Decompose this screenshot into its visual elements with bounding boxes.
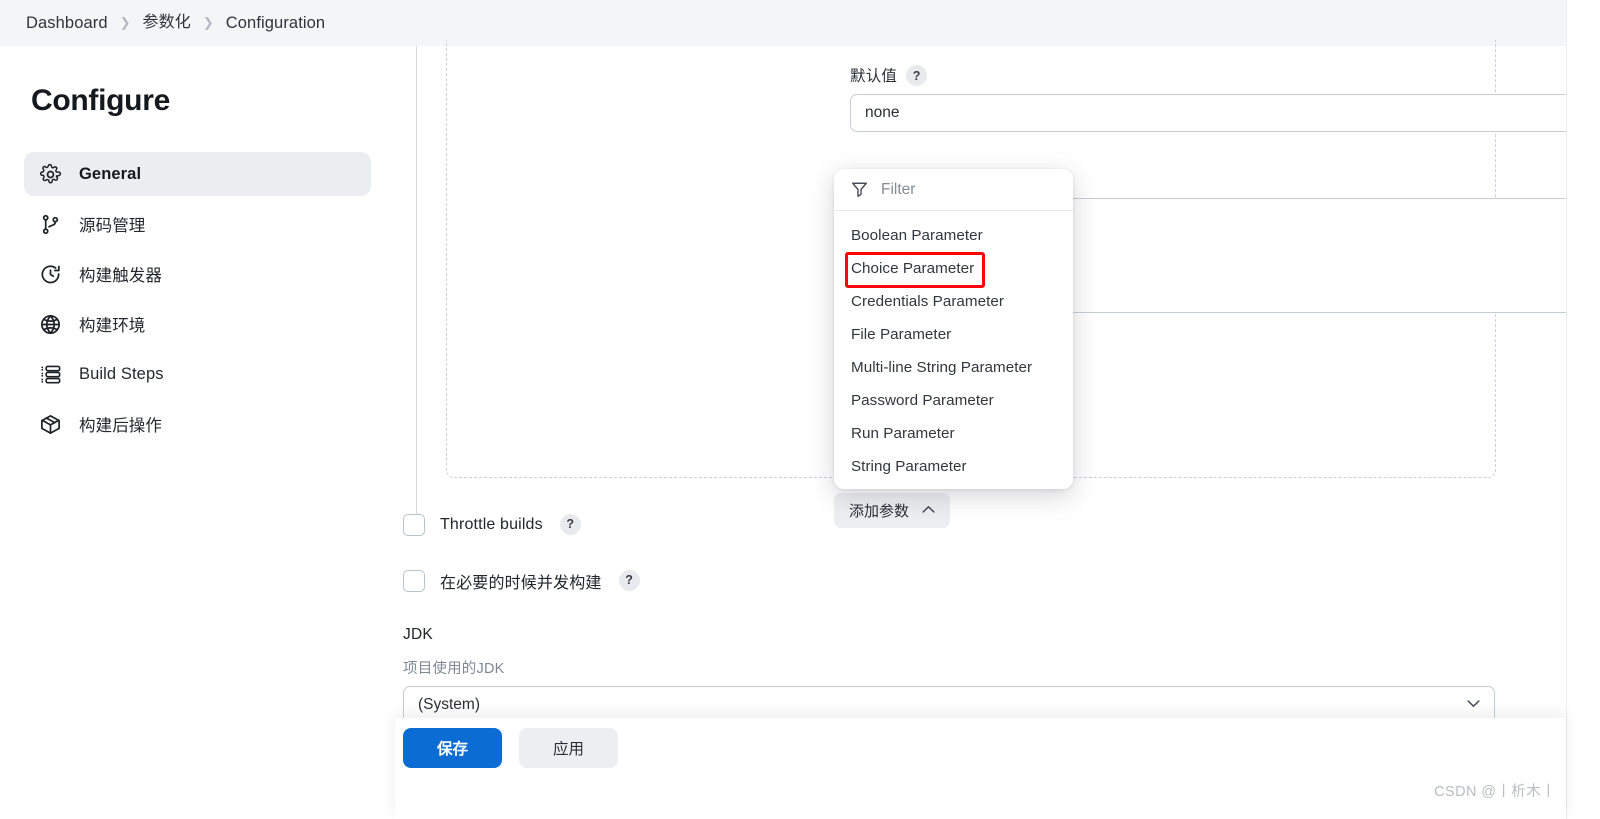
help-icon[interactable]: ? bbox=[906, 65, 928, 87]
concurrent-builds-checkbox[interactable] bbox=[403, 570, 425, 592]
sidebar-item-label: Build Steps bbox=[79, 364, 164, 383]
sidebar-item-label: 源码管理 bbox=[79, 217, 146, 235]
throttle-builds-label: Throttle builds bbox=[440, 516, 543, 533]
concurrent-builds-row[interactable]: 在必要的时候并发构建 ? bbox=[403, 569, 640, 593]
default-value-label-text: 默认值 bbox=[850, 68, 898, 85]
sidebar-nav: General 源码管理 构建触发器 构建环境 Build Steps 构建后操… bbox=[24, 152, 371, 446]
dropdown-filter-row bbox=[834, 169, 1073, 211]
chevron-up-icon bbox=[922, 504, 935, 516]
throttle-builds-checkbox[interactable] bbox=[403, 514, 425, 536]
globe-icon bbox=[38, 312, 63, 337]
dropdown-item-string-parameter[interactable]: String Parameter bbox=[834, 450, 1073, 483]
dropdown-item-list: Boolean Parameter Choice Parameter Crede… bbox=[834, 211, 1073, 489]
default-value-label: 默认值? bbox=[850, 64, 928, 87]
sidebar: Configure General 源码管理 构建触发器 构建环境 Build … bbox=[0, 46, 395, 819]
add-parameter-button[interactable]: 添加参数 bbox=[834, 493, 951, 528]
list-steps-icon bbox=[38, 362, 63, 387]
dropdown-item-multi-line-string-parameter[interactable]: Multi-line String Parameter bbox=[834, 351, 1073, 384]
save-button[interactable]: 保存 bbox=[403, 728, 502, 768]
breadcrumb-separator-icon: ❯ bbox=[119, 14, 131, 30]
help-icon[interactable]: ? bbox=[559, 513, 581, 535]
watermark: CSDN @丨析木丨 bbox=[1434, 784, 1556, 800]
gear-icon bbox=[38, 162, 63, 187]
scrollbar-gutter[interactable] bbox=[1566, 0, 1600, 819]
dropdown-filter-input[interactable] bbox=[881, 180, 1041, 199]
default-value-input[interactable] bbox=[850, 94, 1600, 132]
jdk-select-value: (System) bbox=[418, 696, 480, 713]
sidebar-item-label: 构建环境 bbox=[79, 317, 146, 335]
breadcrumb: Dashboard ❯ 参数化 ❯ Configuration bbox=[16, 15, 335, 32]
breadcrumb-item-project[interactable]: 参数化 bbox=[133, 15, 201, 31]
apply-button[interactable]: 应用 bbox=[519, 728, 618, 768]
breadcrumb-item-dashboard[interactable]: Dashboard bbox=[16, 15, 118, 32]
sidebar-item-label: 构建后操作 bbox=[79, 417, 162, 435]
breadcrumb-item-configuration[interactable]: Configuration bbox=[216, 15, 335, 32]
jdk-section-title: JDK bbox=[403, 626, 433, 643]
concurrent-builds-label: 在必要的时候并发构建 bbox=[440, 575, 602, 592]
sidebar-item-label: General bbox=[79, 164, 142, 183]
jdk-section-description: 项目使用的JDK bbox=[403, 661, 505, 677]
sidebar-item-label: 构建触发器 bbox=[79, 267, 162, 285]
help-icon[interactable]: ? bbox=[618, 569, 640, 591]
dropdown-item-run-parameter[interactable]: Run Parameter bbox=[834, 417, 1073, 450]
page-title: Configure bbox=[31, 84, 170, 117]
dropdown-item-boolean-parameter[interactable]: Boolean Parameter bbox=[834, 219, 1073, 252]
sidebar-item-build-environment[interactable]: 构建环境 bbox=[24, 302, 371, 346]
app-root: Dashboard ❯ 参数化 ❯ Configuration Configur… bbox=[0, 0, 1600, 819]
chevron-down-icon bbox=[1467, 699, 1480, 711]
filter-icon bbox=[851, 181, 868, 198]
repeatable-block-rail bbox=[416, 46, 417, 520]
branch-icon bbox=[38, 212, 63, 237]
package-icon bbox=[38, 412, 63, 437]
breadcrumb-separator-icon: ❯ bbox=[202, 14, 214, 30]
throttle-builds-row[interactable]: Throttle builds ? bbox=[403, 513, 581, 536]
sidebar-item-post-build-actions[interactable]: 构建后操作 bbox=[24, 402, 371, 446]
parameter-type-dropdown: Boolean Parameter Choice Parameter Crede… bbox=[834, 169, 1073, 489]
sidebar-item-general[interactable]: General bbox=[24, 152, 371, 196]
dropdown-item-password-parameter[interactable]: Password Parameter bbox=[834, 384, 1073, 417]
dropdown-item-file-parameter[interactable]: File Parameter bbox=[834, 318, 1073, 351]
sidebar-item-scm[interactable]: 源码管理 bbox=[24, 202, 371, 246]
form-action-bar: 保存 应用 bbox=[395, 718, 1566, 819]
dropdown-item-choice-parameter[interactable]: Choice Parameter bbox=[834, 252, 1073, 285]
sidebar-item-build-triggers[interactable]: 构建触发器 bbox=[24, 252, 371, 296]
add-parameter-label: 添加参数 bbox=[849, 503, 910, 520]
clock-icon bbox=[38, 262, 63, 287]
sidebar-item-build-steps[interactable]: Build Steps bbox=[24, 352, 371, 396]
main-content: 默认值? 添加参数 bbox=[395, 40, 1600, 819]
dropdown-item-credentials-parameter[interactable]: Credentials Parameter bbox=[834, 285, 1073, 318]
